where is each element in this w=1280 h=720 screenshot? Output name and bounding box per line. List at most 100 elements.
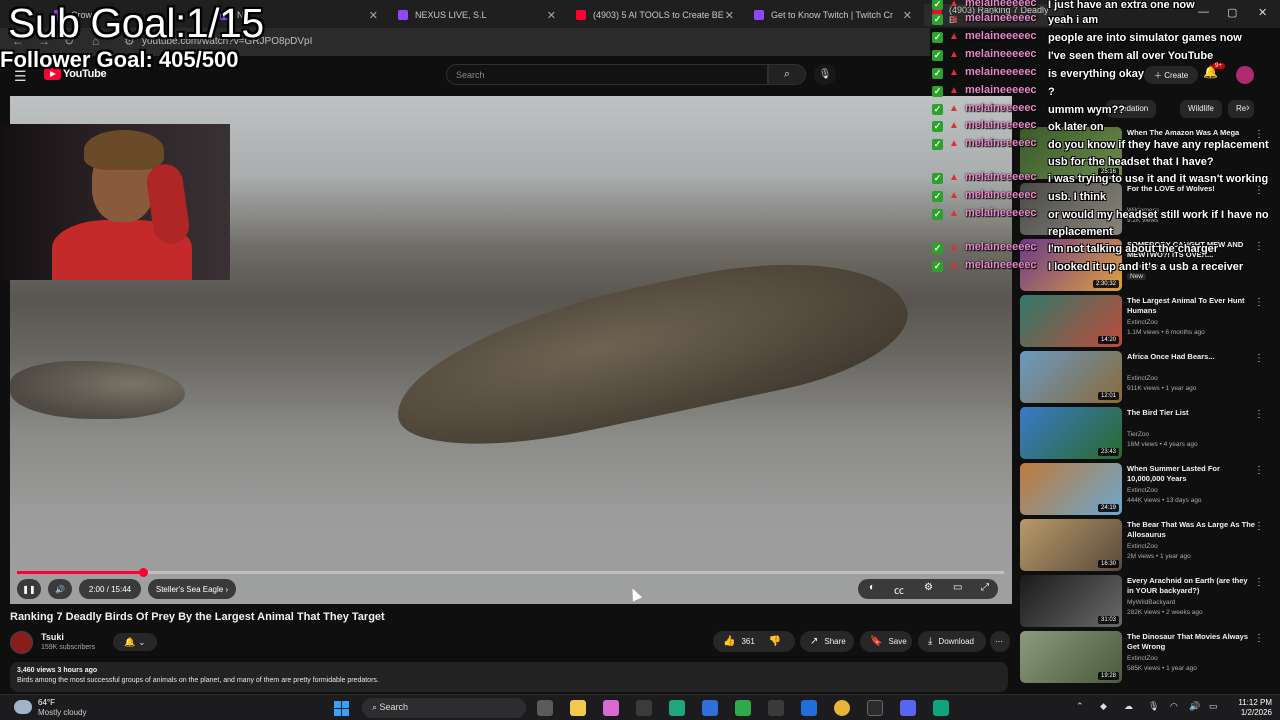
battery-icon[interactable]: ▭ bbox=[1209, 701, 1218, 712]
taskbar-search[interactable]: ⌕ Search bbox=[362, 698, 526, 718]
like-count[interactable]: 361 bbox=[741, 637, 754, 646]
description-box[interactable]: 3,460 views 3 hours ago Birds among the … bbox=[10, 662, 1008, 692]
recommended-title[interactable]: The Largest Animal To Ever Hunt Humans bbox=[1127, 296, 1255, 316]
more-options-icon[interactable]: ⋮ bbox=[1254, 521, 1264, 532]
chrome-icon[interactable] bbox=[834, 700, 850, 716]
recommended-channel[interactable]: ExtinctZoo bbox=[1127, 375, 1158, 382]
recommended-channel[interactable]: ExtinctZoo bbox=[1127, 319, 1158, 326]
volume-button[interactable]: 🔊 bbox=[48, 579, 72, 599]
like-icon[interactable]: 👍 bbox=[723, 636, 735, 647]
badge-icon: ▲ bbox=[949, 103, 959, 114]
recommended-title[interactable]: The Bird Tier List bbox=[1127, 408, 1255, 418]
download-button[interactable]: ⤓ Download bbox=[918, 631, 986, 652]
miniplayer-icon[interactable]: ▭ bbox=[953, 582, 962, 593]
dislike-icon[interactable]: 👎 bbox=[769, 636, 781, 647]
subscribed-button[interactable]: 🔔 ⌄ bbox=[113, 633, 157, 651]
recommended-video[interactable]: 14:20 The Largest Animal To Ever Hunt Hum… bbox=[1020, 295, 1270, 347]
recommended-channel[interactable]: TierZoo bbox=[1127, 431, 1149, 438]
more-options-icon[interactable]: ⋮ bbox=[1254, 353, 1264, 364]
browser-tab[interactable]: NEXUS LIVE, S.L ✕ bbox=[390, 4, 560, 26]
chat-username: melaineeeeec bbox=[965, 48, 1037, 60]
capcut-icon[interactable] bbox=[867, 700, 883, 716]
video-progress-bar[interactable] bbox=[17, 568, 1004, 577]
recommended-video[interactable]: 16:30 The Bear That Was As Large As The A… bbox=[1020, 519, 1270, 571]
video-thumbnail[interactable]: 23:43 bbox=[1020, 407, 1122, 459]
more-options-icon[interactable]: ⋮ bbox=[1254, 465, 1264, 476]
close-icon[interactable]: ✕ bbox=[369, 9, 378, 22]
moderator-badge-icon: ✓ bbox=[932, 86, 943, 97]
recommended-video[interactable]: 31:03 Every Arachnid on Earth (are they i… bbox=[1020, 575, 1270, 627]
store-icon[interactable] bbox=[768, 700, 784, 716]
video-thumbnail[interactable]: 14:20 bbox=[1020, 295, 1122, 347]
edge-icon[interactable] bbox=[669, 700, 685, 716]
autoplay-toggle[interactable]: ◐ bbox=[869, 582, 875, 593]
weather-condition[interactable]: Mostly cloudy bbox=[38, 708, 86, 717]
app-icon[interactable] bbox=[636, 700, 652, 716]
recommended-meta: 444K views • 13 days ago bbox=[1127, 497, 1202, 504]
recommended-channel[interactable]: ExtinctZoo bbox=[1127, 655, 1158, 662]
mic-icon[interactable]: 🎙 bbox=[1148, 701, 1159, 712]
more-options-icon[interactable]: ⋮ bbox=[1254, 633, 1264, 644]
share-button[interactable]: ↗ Share bbox=[800, 631, 854, 652]
recommended-title[interactable]: Africa Once Had Bears... bbox=[1127, 352, 1255, 362]
windows-start-icon[interactable] bbox=[334, 701, 349, 716]
chatgpt-icon[interactable] bbox=[933, 700, 949, 716]
recommended-title[interactable]: The Bear That Was As Large As The Allosa… bbox=[1127, 520, 1255, 540]
copilot-icon[interactable] bbox=[603, 700, 619, 716]
cloud-sync-icon[interactable]: ☁ bbox=[1124, 701, 1133, 712]
video-thumbnail[interactable]: 31:03 bbox=[1020, 575, 1122, 627]
outlook-icon[interactable] bbox=[801, 700, 817, 716]
recommended-video[interactable]: 24:19 When Summer Lasted For 10,000,000 Y… bbox=[1020, 463, 1270, 515]
more-options-icon[interactable]: ⋮ bbox=[1254, 409, 1264, 420]
recommended-channel[interactable]: ExtinctZoo bbox=[1127, 543, 1158, 550]
video-thumbnail[interactable]: 16:30 bbox=[1020, 519, 1122, 571]
file-explorer-icon[interactable] bbox=[570, 700, 586, 716]
weather-temp[interactable]: 64°F bbox=[38, 698, 55, 707]
fullscreen-icon[interactable]: ⤢ bbox=[981, 582, 989, 593]
browser-tab[interactable]: Get to Know Twitch | Twitch Cr ✕ bbox=[746, 4, 916, 26]
settings-icon[interactable]: ⚙ bbox=[924, 582, 933, 593]
more-options-icon[interactable]: ⋮ bbox=[1254, 577, 1264, 588]
video-thumbnail[interactable]: 24:19 bbox=[1020, 463, 1122, 515]
video-thumbnail[interactable]: 19:28 bbox=[1020, 631, 1122, 683]
volume-icon: 🔊 bbox=[55, 584, 65, 594]
chat-message: ✓ ▲ melaineeeeec? bbox=[930, 83, 1280, 101]
recommended-channel[interactable]: ExtinctZoo bbox=[1127, 487, 1158, 494]
speaker-icon[interactable]: 🔊 bbox=[1189, 701, 1200, 712]
chat-username: melaineeeeec bbox=[965, 66, 1037, 78]
close-icon[interactable]: ✕ bbox=[903, 9, 912, 22]
wifi-icon[interactable]: ◠ bbox=[1170, 701, 1178, 712]
more-options-icon[interactable]: ⋮ bbox=[1254, 297, 1264, 308]
tray-overflow-icon[interactable]: ⌃ bbox=[1076, 701, 1084, 712]
badge-icon: ▲ bbox=[949, 0, 959, 9]
channel-avatar[interactable] bbox=[10, 631, 33, 654]
recommended-channel[interactable]: MyWildBackyard bbox=[1127, 599, 1175, 606]
recommended-title[interactable]: Every Arachnid on Earth (are they in YOU… bbox=[1127, 576, 1255, 596]
recommended-video[interactable]: 19:28 The Dinosaur That Movies Always Get… bbox=[1020, 631, 1270, 683]
vscode-icon[interactable] bbox=[702, 700, 718, 716]
recommended-video[interactable]: 12:01 Africa Once Had Bears... ExtinctZoo 9… bbox=[1020, 351, 1270, 403]
more-actions-button[interactable]: ⋯ bbox=[990, 631, 1010, 652]
chat-username: melaineeeeec bbox=[965, 241, 1037, 253]
save-button[interactable]: 🔖 Save bbox=[860, 631, 912, 652]
chapter-button[interactable]: Steller's Sea Eagle › bbox=[148, 579, 236, 599]
taskbar-clock[interactable]: 11:12 PM 1/2/2026 bbox=[1232, 698, 1272, 718]
search-input[interactable]: Search bbox=[446, 64, 768, 85]
discord-icon[interactable] bbox=[900, 700, 916, 716]
search-button[interactable]: ⌕ bbox=[768, 64, 806, 85]
close-icon[interactable]: ✕ bbox=[547, 9, 556, 22]
xbox-icon[interactable] bbox=[735, 700, 751, 716]
channel-name[interactable]: Tsuki bbox=[41, 632, 64, 642]
recommended-title[interactable]: The Dinosaur That Movies Always Get Wron… bbox=[1127, 632, 1255, 652]
captions-icon[interactable]: ㏄ bbox=[894, 582, 904, 597]
browser-tab[interactable]: (4903) 5 AI TOOLS to Create BE ✕ bbox=[568, 4, 738, 26]
close-icon[interactable]: ✕ bbox=[725, 9, 734, 22]
task-view-icon[interactable] bbox=[537, 700, 553, 716]
pause-button[interactable]: ❚❚ bbox=[17, 579, 41, 599]
voice-search-icon[interactable]: 🎙 bbox=[814, 64, 836, 85]
tray-app-icon[interactable]: ◆ bbox=[1100, 701, 1107, 712]
recommended-title[interactable]: When Summer Lasted For 10,000,000 Years bbox=[1127, 464, 1255, 484]
recommended-video[interactable]: 23:43 The Bird Tier List TierZoo 16M views … bbox=[1020, 407, 1270, 459]
cloud-icon[interactable] bbox=[14, 700, 32, 714]
video-thumbnail[interactable]: 12:01 bbox=[1020, 351, 1122, 403]
